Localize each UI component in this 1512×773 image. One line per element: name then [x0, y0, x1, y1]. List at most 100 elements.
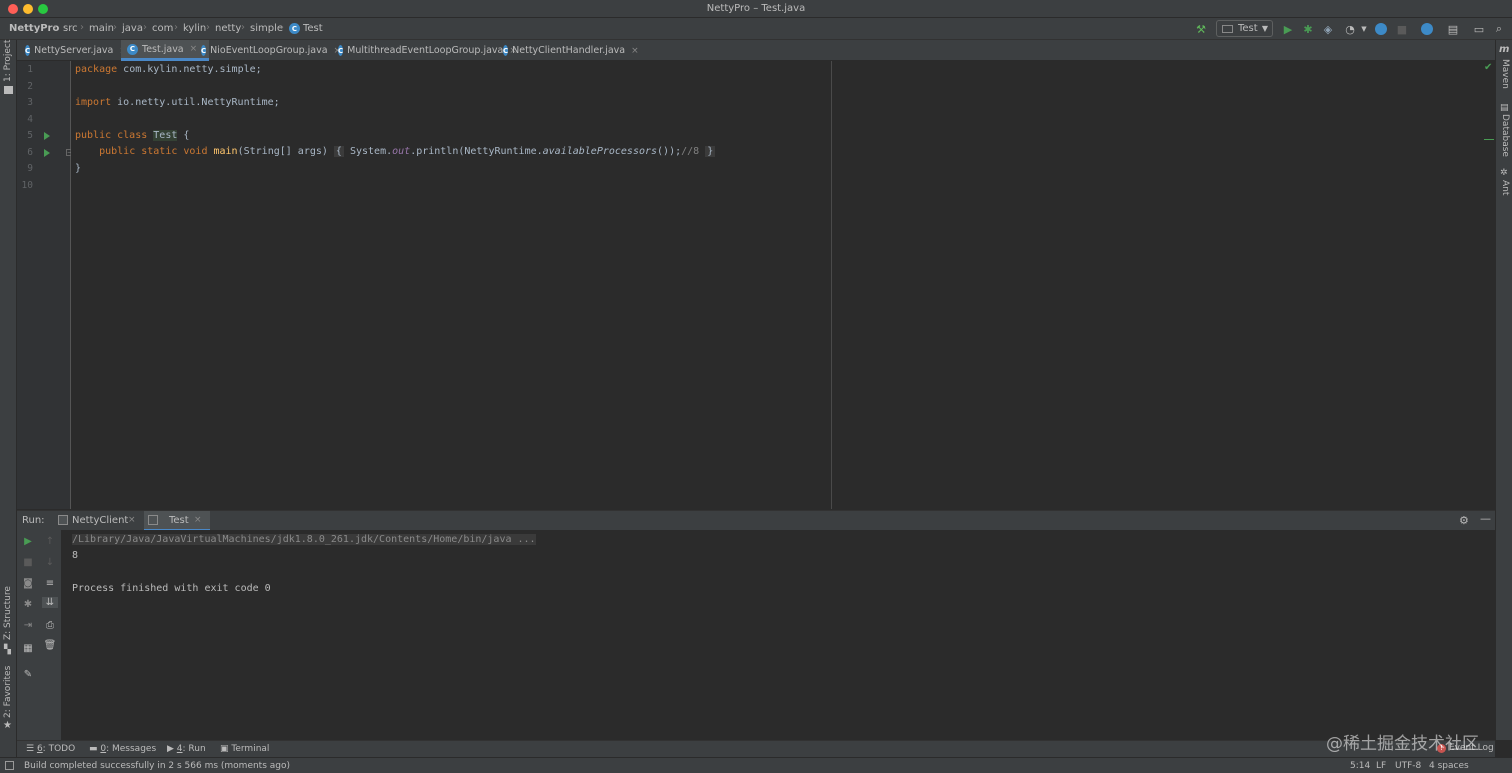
maven-tool-button[interactable]: Maven [1500, 59, 1510, 89]
class-icon: C [127, 43, 138, 55]
check-icon: ✔ [1484, 62, 1493, 73]
project-structure-icon[interactable]: ▤ [1446, 22, 1460, 36]
tab-nettyserver[interactable]: C NettyServer.java × [19, 40, 127, 61]
tab-multithreadeventloopgroup[interactable]: C MultithreadEventLoopGroup.java × [332, 40, 517, 61]
coverage-icon[interactable]: ◈ [1321, 22, 1335, 36]
breadcrumb-simple[interactable]: simple [250, 23, 283, 34]
run-configuration-select[interactable]: Test ▼ [1216, 20, 1273, 37]
panel-toggle-icon[interactable] [5, 761, 14, 770]
line-separator[interactable]: LF [1376, 761, 1386, 771]
breadcrumb-src[interactable]: src [63, 23, 78, 34]
todo-tool-button[interactable]: ☰ 6: TODO [26, 744, 75, 754]
favorites-tool-button[interactable]: 2: Favorites [3, 666, 13, 718]
stop-icon[interactable]: ■ [1395, 22, 1409, 36]
tab-nioeventloopgroup[interactable]: C NioEventLoopGroup.java × [195, 40, 341, 61]
line-number: 9 [27, 163, 33, 174]
console-command-line[interactable]: /Library/Java/JavaVirtualMachines/jdk1.8… [72, 534, 536, 545]
run-tool-button[interactable]: ▶ 4: Run [167, 744, 206, 754]
code-line-6: public static void main(String[] args) {… [99, 146, 716, 157]
profile-icon[interactable]: ◔ [1343, 22, 1357, 36]
close-icon[interactable]: × [128, 515, 136, 525]
breadcrumb-netty[interactable]: netty [215, 23, 241, 34]
editor-tabs: C NettyServer.java × C Test.java × C Nio… [17, 40, 1495, 61]
line-number: 5 [27, 130, 33, 141]
breadcrumb-test[interactable]: Test [303, 23, 323, 34]
breadcrumb-kylin[interactable]: kylin [183, 23, 206, 34]
run-tab-test[interactable]: Test × [144, 511, 210, 531]
run-console[interactable] [62, 530, 1495, 740]
trash-icon[interactable]: 🗑 [39, 640, 61, 651]
line-number: 1 [27, 64, 33, 75]
indent-setting[interactable]: 4 spaces [1429, 761, 1469, 771]
tab-label: NioEventLoopGroup.java [210, 45, 328, 56]
line-number: 2 [27, 81, 33, 92]
breadcrumb-separator: › [113, 22, 117, 33]
run-gutter-icon[interactable] [44, 132, 50, 140]
breadcrumb-project[interactable]: NettyPro [9, 23, 59, 34]
pin-icon[interactable]: ✎ [17, 669, 39, 680]
breadcrumb-separator: › [174, 22, 178, 33]
window-title: NettyPro – Test.java [706, 3, 806, 14]
run-toolbar-secondary: ↑ ↓ ≡ ⇊ ⎙ 🗑 [39, 530, 62, 740]
exit-icon[interactable]: ⇥ [17, 620, 39, 631]
tab-nettyclienthandler[interactable]: C NettyClientHandler.java × [497, 40, 639, 61]
run-gutter-icon[interactable] [44, 149, 50, 157]
gear-icon[interactable]: ⚙ [1459, 514, 1469, 527]
rerun-icon[interactable]: ▶ [17, 536, 39, 547]
line-number: 4 [27, 114, 33, 125]
stop-icon[interactable]: ■ [17, 557, 39, 568]
terminal-tool-button[interactable]: ▣ Terminal [220, 744, 269, 754]
git-icon[interactable] [1420, 22, 1434, 36]
run-icon[interactable]: ▶ [1281, 22, 1295, 36]
right-margin-guide [831, 61, 832, 509]
status-message[interactable]: Build completed successfully in 2 s 566 … [24, 761, 290, 771]
arrow-down-icon[interactable]: ↓ [39, 557, 61, 568]
project-tool-button[interactable]: 1: Project [3, 40, 13, 82]
structure-tool-button[interactable]: Z: Structure [3, 586, 13, 640]
run-tab-nettyclient[interactable]: NettyClient × [55, 511, 139, 531]
arrow-up-icon[interactable]: ↑ [39, 536, 61, 547]
code-line-3: import io.netty.util.NettyRuntime; [75, 97, 280, 108]
sync-icon[interactable] [1374, 22, 1388, 36]
print-icon[interactable]: ⎙ [39, 620, 61, 631]
code-line-5: public class Test { [75, 130, 190, 141]
structure-icon: ▚ [4, 645, 11, 655]
breadcrumb-main[interactable]: main [89, 23, 114, 34]
database-tool-button[interactable]: Database [1500, 114, 1510, 157]
editor-gutter: 1 2 3 4 5 6 9 10 − [17, 61, 73, 509]
run-configuration-label: Test [1238, 23, 1258, 34]
star-icon: ★ [3, 720, 12, 731]
debug-icon[interactable]: ✱ [1301, 22, 1315, 36]
class-icon: C [25, 45, 31, 56]
ant-tool-button[interactable]: Ant [1500, 180, 1510, 195]
chevron-down-icon[interactable]: ▼ [1357, 22, 1371, 36]
bottom-tool-bar: ☰ 6: TODO ▬ 0: Messages ▶ 4: Run ▣ Termi… [17, 740, 1495, 757]
class-icon: C [503, 45, 509, 56]
file-encoding[interactable]: UTF-8 [1395, 761, 1421, 771]
layout-icon[interactable]: ▦ [17, 643, 39, 654]
folder-icon [4, 86, 13, 94]
title-bar: NettyPro – Test.java [0, 0, 1512, 18]
messages-tool-button[interactable]: ▬ 0: Messages [89, 744, 156, 754]
breadcrumb-java[interactable]: java [122, 23, 143, 34]
breadcrumb-separator: › [241, 22, 245, 33]
chevron-down-icon: ▼ [1261, 24, 1268, 33]
status-bar: Build completed successfully in 2 s 566 … [0, 757, 1512, 773]
scroll-to-end-icon[interactable]: ⇊ [42, 597, 58, 608]
close-icon[interactable]: × [631, 46, 639, 56]
close-icon[interactable]: × [194, 515, 202, 525]
left-tool-strip: 1: Project Z: Structure ▚ 2: Favorites ★ [0, 40, 17, 757]
code-editor[interactable] [71, 61, 1495, 509]
breadcrumb-com[interactable]: com [152, 23, 173, 34]
caret-position[interactable]: 5:14 [1350, 761, 1370, 771]
hammer-icon[interactable]: ⚒ [1194, 22, 1208, 36]
soft-wrap-icon[interactable]: ≡ [39, 578, 61, 589]
minimize-panel-icon[interactable]: — [1480, 512, 1491, 525]
breadcrumb-separator: › [280, 22, 284, 33]
layout-icon[interactable]: ▭ [1472, 22, 1486, 36]
console-output-line: 8 [72, 550, 79, 561]
database-icon: ▤ [1500, 103, 1509, 113]
camera-icon[interactable]: ◙ [17, 578, 39, 589]
search-icon[interactable]: ⌕ [1492, 22, 1506, 36]
debug-icon[interactable]: ✱ [17, 599, 39, 610]
